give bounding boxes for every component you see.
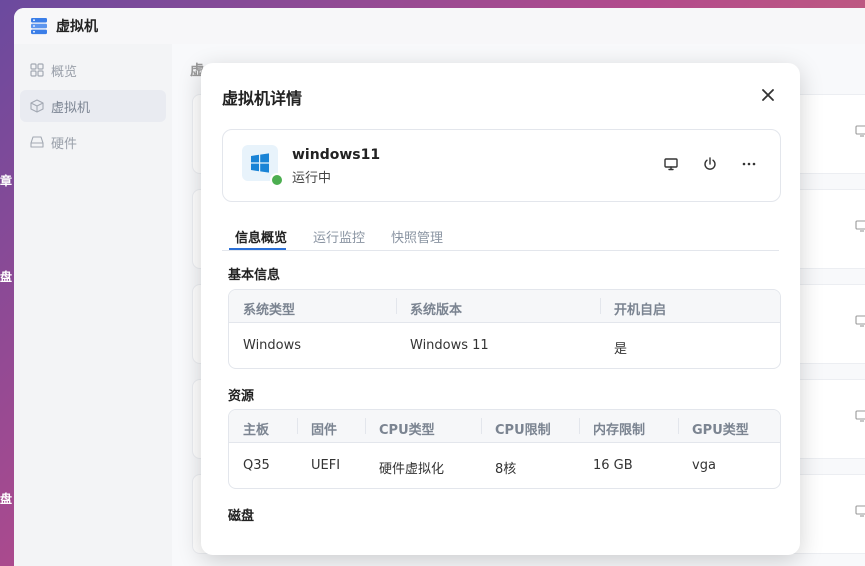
tab-monitoring[interactable]: 运行监控	[313, 227, 365, 246]
table-cell: Q35	[243, 458, 270, 473]
running-status-dot	[270, 173, 284, 187]
column-header: 主板	[243, 423, 270, 438]
app-title: 虚拟机	[56, 19, 98, 35]
sidebar-item-label: 概览	[51, 64, 78, 80]
cube-icon	[30, 99, 44, 113]
table-cell: 硬件虚拟化	[379, 462, 445, 477]
monitor-icon	[855, 505, 865, 517]
sidebar-item-vm[interactable]: 虚拟机	[20, 90, 166, 122]
sidebar-item-label: 虚拟机	[51, 100, 91, 116]
sidebar-item-hardware[interactable]: 硬件	[20, 126, 166, 158]
column-divider	[297, 418, 298, 434]
column-divider	[481, 418, 482, 434]
table-row: Windows Windows 11 是	[229, 323, 780, 368]
sidebar-item-label: 硬件	[51, 136, 78, 152]
table-cell: Windows	[243, 338, 302, 353]
close-icon[interactable]	[758, 85, 778, 105]
table-row: Q35 UEFI 硬件虚拟化 8核 16 GB vga	[229, 443, 780, 488]
column-header: 固件	[311, 423, 338, 438]
column-divider	[579, 418, 580, 434]
column-header: CPU限制	[495, 423, 551, 438]
vm-summary-card: windows11 运行中	[222, 129, 781, 202]
column-divider	[396, 298, 397, 314]
column-divider	[365, 418, 366, 434]
table-header-row: 系统类型 系统版本 开机自启	[229, 290, 780, 323]
column-header: 内存限制	[593, 423, 646, 438]
desktop-label-fragment: 盘	[0, 492, 13, 506]
power-icon[interactable]	[702, 156, 718, 172]
section-disk-title: 磁盘	[228, 509, 255, 524]
column-header: 系统版本	[410, 303, 463, 318]
table-cell: 是	[614, 342, 628, 357]
column-header: CPU类型	[379, 423, 435, 438]
table-cell: 8核	[495, 462, 517, 477]
monitor-icon	[855, 410, 865, 422]
tab-snapshots[interactable]: 快照管理	[391, 227, 443, 246]
desktop-label-fragment: 章	[0, 174, 13, 188]
sidebar: 概览 虚拟机 硬件	[14, 44, 172, 566]
table-cell: Windows 11	[410, 338, 489, 353]
column-header: GPU类型	[692, 423, 749, 438]
column-divider	[600, 298, 601, 314]
section-basic-info-title: 基本信息	[228, 268, 281, 283]
monitor-icon	[855, 220, 865, 232]
grid-icon	[30, 63, 44, 77]
column-divider	[678, 418, 679, 434]
vm-status: 运行中	[292, 171, 332, 186]
vm-detail-dialog: 虚拟机详情 windows11 运行中 信息概览 运行监控 快照管理 基本信息 …	[201, 63, 800, 555]
server-icon	[31, 18, 47, 35]
desktop-label-fragment: 盘	[0, 270, 13, 284]
vm-name: windows11	[292, 147, 381, 163]
tab-overview[interactable]: 信息概览	[235, 227, 287, 246]
column-header: 开机自启	[614, 303, 667, 318]
more-icon[interactable]	[741, 156, 757, 172]
sidebar-item-overview[interactable]: 概览	[20, 54, 166, 86]
section-resources-title: 资源	[228, 389, 255, 404]
monitor-icon	[855, 125, 865, 137]
app-header: 虚拟机	[14, 8, 865, 44]
monitor-icon	[855, 315, 865, 327]
table-cell: 16 GB	[593, 458, 633, 473]
table-cell: vga	[692, 458, 716, 473]
table-header-row: 主板 固件 CPU类型 CPU限制 内存限制 GPU类型	[229, 410, 780, 443]
drive-icon	[30, 136, 44, 148]
monitor-icon[interactable]	[663, 156, 679, 172]
table-cell: UEFI	[311, 458, 341, 473]
dialog-title: 虚拟机详情	[222, 89, 303, 108]
basic-info-table: 系统类型 系统版本 开机自启 Windows Windows 11 是	[228, 289, 781, 369]
resources-table: 主板 固件 CPU类型 CPU限制 内存限制 GPU类型 Q35 UEFI 硬件…	[228, 409, 781, 489]
dialog-tabs: 信息概览 运行监控 快照管理	[222, 221, 779, 251]
active-tab-indicator	[229, 248, 286, 250]
column-header: 系统类型	[243, 303, 296, 318]
